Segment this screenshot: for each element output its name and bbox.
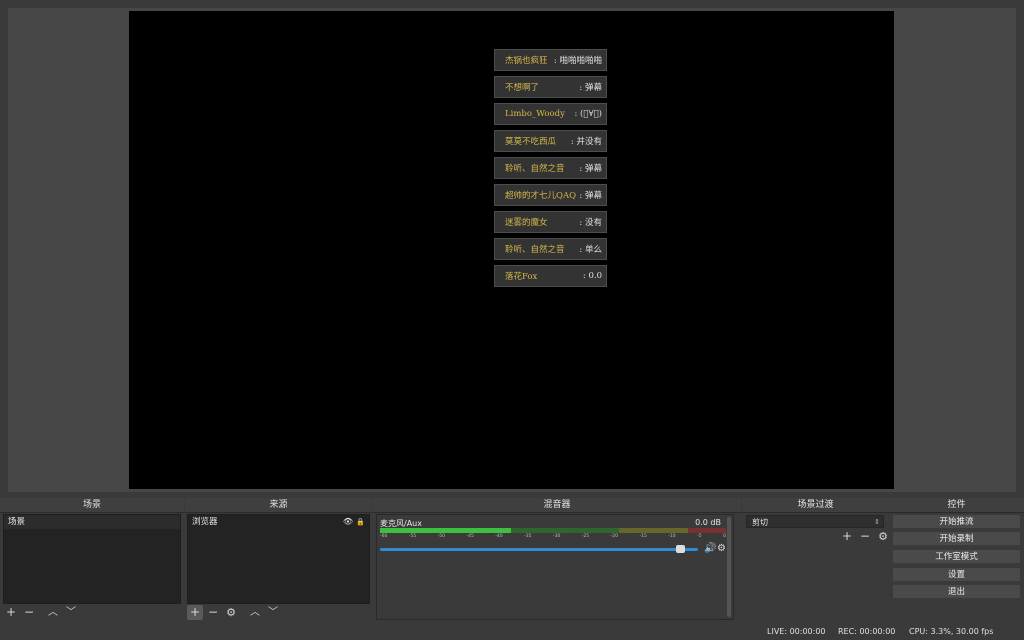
meter-tick-label: -40 [495,534,503,539]
transitions-panel-title: 场景过渡 [742,498,889,513]
danmaku-message: : 并没有 [570,137,602,147]
volume-slider-thumb[interactable] [675,545,685,553]
add-transition-button[interactable]: + [839,529,855,544]
transitions-panel: 场景过渡 剪切 ⇕ + − ⚙ [742,496,889,620]
move-scene-down-button[interactable]: ﹀ [63,605,79,620]
transition-select-value: 剪切 [752,518,768,527]
meter-tick-label: -10 [668,534,676,539]
danmaku-list: 杰锅也疯狂 : 啪啪啪啪啪不想啊了 : 弹幕 Limbo_Woody : (ﾟ∀ﾟ) 莫莫… [494,49,607,292]
danmaku-row: 不想啊了 : 弹幕 [494,76,607,98]
cpu-fps-readout: CPU: 3.3%, 30.00 fps [909,627,994,636]
status-bar: LIVE: 00:00:00 REC: 00:00:00 CPU: 3.3%, … [0,620,1024,640]
speaker-icon[interactable]: 🔊 [704,543,716,554]
rec-timer: REC: 00:00:00 [838,627,896,636]
lock-icon[interactable]: 🔒 [356,515,365,529]
mixer-gear-icon[interactable]: ⚙ [717,543,726,554]
studio-mode-button[interactable]: 工作室模式 [892,549,1021,564]
sources-panel-title: 来源 [185,498,372,513]
danmaku-username: 不想啊了 [505,83,540,93]
remove-source-button[interactable]: − [205,605,221,620]
sources-panel: 来源 浏览器 👁 🔒 + − ⚙ ︿ ﹀ [185,496,372,620]
meter-tick-label: -60 [380,534,388,539]
mixer-channel: 麦克风/Aux 0.0 dB -60 -55 -50 -45 -40 -35 -30 -25-… [376,514,734,620]
mixer-panel-title: 混音器 [373,498,741,513]
move-scene-up-button[interactable]: ︿ [45,605,61,620]
danmaku-username: 杰锅也疯狂 [505,56,548,66]
remove-transition-button[interactable]: − [857,529,873,544]
danmaku-username: Limbo_Woody [505,109,565,119]
preview-area: 杰锅也疯狂 : 啪啪啪啪啪不想啊了 : 弹幕 Limbo_Woody : (ﾟ∀ﾟ) 莫莫… [8,8,1016,492]
meter-level-fill [380,528,512,533]
meter-yellow-zone [618,528,688,533]
meter-tick-label: -25 [581,534,590,539]
scenes-list[interactable]: 场景 [3,514,181,604]
meter-tick-label: -15 [639,534,647,539]
danmaku-username: 聆听、自然之音 [505,164,565,174]
danmaku-message: : 0.0 [582,271,602,281]
danmaku-message: : 单么 [579,245,602,255]
meter-tick-label: 0 [723,534,726,539]
danmaku-row: 莫莫不吃西瓜 : 并没有 [494,130,607,152]
transitions-toolbar: + − ⚙ [839,528,891,544]
controls-panel-title: 控件 [889,498,1024,513]
meter-tick-label: -50 [437,534,446,539]
start-recording-button[interactable]: 开始录制 [892,531,1021,546]
danmaku-row: 超帅的才七儿QAQ: 弹幕 [494,184,607,206]
meter-tick-label: -30 [552,534,561,539]
meter-tick-label: -45 [466,534,474,539]
meter-tick-label: -20 [610,534,618,539]
scenes-panel: 场景 场景 + − ︿ ﹀ [0,496,184,620]
danmaku-username: 聆听、自然之音 [505,245,565,255]
sources-list[interactable]: 浏览器 👁 🔒 [187,514,370,604]
scenes-panel-title: 场景 [0,498,184,513]
remove-scene-button[interactable]: − [21,605,37,620]
danmaku-username: 落花Fox [505,272,538,282]
sources-toolbar: + − ⚙ ︿ ﹀ [187,604,281,620]
danmaku-row: Limbo_Woody : (ﾟ∀ﾟ) [494,103,607,125]
settings-button[interactable]: 设置 [892,567,1021,582]
meter-red-zone [687,528,726,533]
exit-button[interactable]: 退出 [892,584,1021,599]
meter-ticks: -60 -55 -50 -45 -40 -35 -30 -25 -20 -15 -10 -5 0 [380,534,726,542]
danmaku-row: 杰锅也疯狂 : 啪啪啪啪啪 [494,49,607,71]
danmaku-row: 聆听、自然之音 : 弹幕 [494,157,607,179]
danmaku-username: 迷雾的魔女 [505,218,548,228]
danmaku-message: : 没有 [579,218,602,228]
meter-tick-label: -35 [524,534,532,539]
add-scene-button[interactable]: + [3,605,19,620]
program-canvas[interactable]: 杰锅也疯狂 : 啪啪啪啪啪不想啊了 : 弹幕 Limbo_Woody : (ﾟ∀ﾟ) 莫莫… [129,11,894,489]
danmaku-row: 聆听、自然之音 : 单么 [494,238,607,260]
danmaku-username: 超帅的才七儿QAQ [505,191,577,201]
live-timer: LIVE: 00:00:00 [767,627,826,636]
mixer-db-readout: 0.0 dB [695,518,721,527]
danmaku-message: : 弹幕 [579,191,602,201]
mixer-scrollbar[interactable] [727,517,731,617]
danmaku-row: 落花Fox : 0.0 [494,265,607,287]
transition-select[interactable]: 剪切 ⇕ [746,515,884,528]
meter-tick-label: -5 [697,534,702,539]
bottom-dock: 场景 场景 + − ︿ ﹀ 来源 浏览器 👁 🔒 + − ⚙ ︿ ﹀ 混音器 麦… [0,496,1024,620]
move-source-down-button[interactable]: ﹀ [265,605,281,620]
scene-item[interactable]: 场景 [4,515,180,529]
source-properties-gear-icon[interactable]: ⚙ [223,605,239,620]
source-item[interactable]: 浏览器 👁 🔒 [188,515,369,529]
move-source-up-button[interactable]: ︿ [247,605,263,620]
controls-panel: 控件 开始推流 开始录制 工作室模式 设置 退出 [889,496,1024,620]
volume-slider-track[interactable] [380,548,698,551]
add-source-button[interactable]: + [187,604,203,620]
eye-icon[interactable]: 👁 [343,515,353,529]
source-item-label: 浏览器 [192,517,218,527]
danmaku-message: : 弹幕 [579,164,602,174]
danmaku-message: : 啪啪啪啪啪 [553,56,602,66]
mixer-panel: 混音器 麦克风/Aux 0.0 dB -60 -55 -50 -45 -40 -35 -30… [373,496,741,620]
danmaku-message: : 弹幕 [579,83,602,93]
danmaku-row: 迷雾的魔女 : 没有 [494,211,607,233]
scenes-toolbar: + − ︿ ﹀ [3,604,79,620]
audio-level-meter [380,528,726,533]
start-streaming-button[interactable]: 开始推流 [892,514,1021,529]
meter-tick-label: -55 [408,534,417,539]
danmaku-message: : (ﾟ∀ﾟ) [574,109,602,119]
danmaku-username: 莫莫不吃西瓜 [505,137,557,147]
